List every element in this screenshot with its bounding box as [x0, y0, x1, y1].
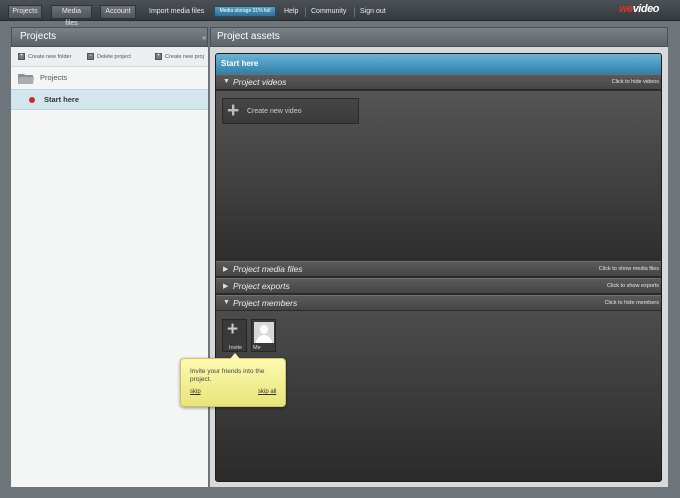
member-label: Invite: [228, 345, 243, 351]
plus-icon: +: [227, 319, 239, 340]
project-item-start-here[interactable]: Start here: [11, 89, 208, 110]
section-project-exports[interactable]: ▶ Project exports Click to show exports: [216, 278, 661, 294]
videos-area: + Create new video: [216, 91, 661, 261]
chevron-right-icon: ▶: [223, 266, 229, 273]
community-link[interactable]: Community: [311, 5, 346, 19]
delete-project-button[interactable]: − Delete project: [87, 53, 131, 62]
projects-folder[interactable]: Projects: [11, 67, 208, 88]
nav-separator: [354, 7, 355, 17]
folder-label: Projects: [40, 73, 68, 82]
skip-link[interactable]: skip: [190, 389, 201, 395]
delete-icon: −: [87, 53, 94, 61]
media-storage-badge: Media storage 31% full: [214, 6, 276, 17]
tooltip-message: Invite your friends into the project.: [190, 368, 265, 383]
top-navigation-bar: Projects Media files Account Import medi…: [0, 0, 680, 27]
invite-member-button[interactable]: + Invite: [222, 319, 247, 352]
section-label: Project members: [233, 298, 298, 308]
member-me[interactable]: Me: [251, 319, 276, 352]
avatar: [254, 322, 274, 343]
projects-panel-title: Projects: [20, 31, 57, 42]
section-hint[interactable]: Click to hide members: [605, 300, 659, 306]
chevron-right-icon: ▶: [223, 283, 229, 290]
project-assets-header: Project assets: [210, 27, 668, 47]
project-assets-title: Project assets: [217, 31, 280, 42]
wevideo-logo[interactable]: wevideo: [619, 3, 669, 18]
section-project-media-files[interactable]: ▶ Project media files Click to show medi…: [216, 261, 661, 277]
card-title-bar: Start here: [216, 54, 661, 74]
projects-panel-header: Projects «: [11, 27, 208, 47]
assets-card: Start here ▼ Project videos Click to hid…: [215, 53, 662, 482]
plus-icon: +: [227, 99, 240, 122]
create-folder-button[interactable]: + Create new folder: [18, 53, 71, 62]
sign-out-link[interactable]: Sign out: [360, 5, 386, 19]
create-video-button[interactable]: + Create new video: [222, 98, 359, 124]
project-item-label: Start here: [44, 95, 80, 104]
skip-all-link[interactable]: skip all: [258, 389, 276, 395]
import-media-link[interactable]: Import media files: [149, 5, 204, 19]
nav-separator: [305, 7, 306, 17]
section-project-members[interactable]: ▼ Project members Click to hide members: [216, 295, 661, 311]
create-project-button[interactable]: + Create new proj: [155, 53, 208, 62]
create-video-label: Create new video: [247, 108, 302, 115]
projects-toolbar: + Create new folder − Delete project + Crea…: [11, 47, 208, 67]
chevron-down-icon: ▼: [223, 299, 230, 306]
section-label: Project videos: [233, 77, 287, 87]
folder-icon: [18, 74, 34, 84]
invite-tooltip: Invite your friends into the project. sk…: [180, 353, 286, 407]
tab-account[interactable]: Account: [100, 5, 136, 19]
add-project-icon: +: [155, 53, 162, 61]
project-assets-panel: Start here ▼ Project videos Click to hid…: [210, 47, 668, 487]
tab-media-files[interactable]: Media files: [51, 5, 92, 27]
projects-panel: + Create new folder − Delete project + Crea…: [11, 47, 208, 487]
member-label: Me: [253, 345, 261, 351]
section-project-videos[interactable]: ▼ Project videos Click to hide videos: [216, 74, 661, 90]
section-label: Project media files: [233, 264, 303, 274]
collapse-panel-icon[interactable]: «: [202, 33, 206, 42]
avatar-body: [256, 335, 272, 343]
section-hint[interactable]: Click to show media files: [599, 266, 659, 272]
tab-projects[interactable]: Projects: [8, 5, 42, 19]
section-hint[interactable]: Click to show exports: [607, 283, 659, 289]
help-link[interactable]: Help: [284, 5, 298, 19]
section-label: Project exports: [233, 281, 290, 291]
card-title: Start here: [221, 59, 259, 68]
add-folder-icon: +: [18, 53, 25, 61]
status-dot-icon: [29, 97, 35, 103]
avatar-head: [260, 325, 268, 334]
section-hint[interactable]: Click to hide videos: [612, 79, 659, 85]
chevron-down-icon: ▼: [223, 78, 230, 85]
